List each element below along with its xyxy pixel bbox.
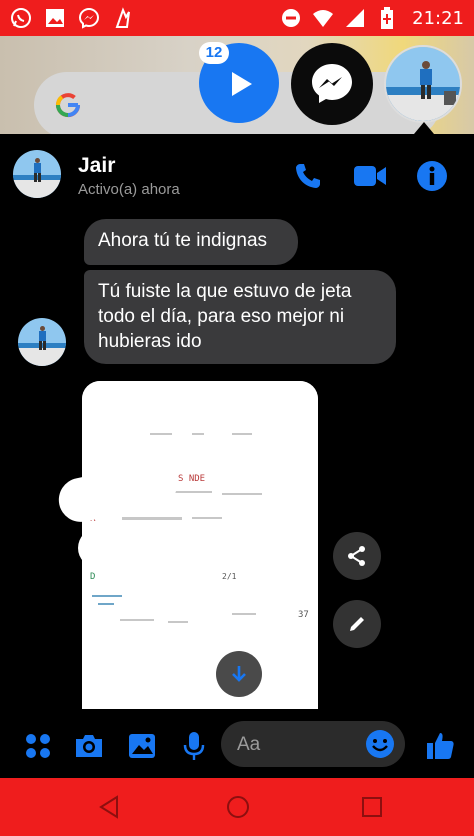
whatsapp-icon <box>10 7 32 29</box>
google-logo-icon <box>56 93 81 118</box>
share-button[interactable] <box>333 532 381 580</box>
recents-square-icon <box>362 797 382 817</box>
like-button[interactable] <box>424 730 456 762</box>
nav-home-button[interactable] <box>223 792 253 822</box>
play-icon <box>232 72 252 96</box>
gallery-button[interactable] <box>126 730 158 762</box>
message-input[interactable] <box>235 731 359 759</box>
photo-text-fragment: 2/1 <box>222 572 237 581</box>
phone-icon <box>296 164 320 188</box>
nav-recents-button[interactable] <box>357 792 387 822</box>
emoji-icon <box>366 730 394 758</box>
messenger-icon <box>312 64 352 103</box>
scroll-to-bottom-button[interactable] <box>216 651 262 697</box>
share-icon <box>348 546 365 566</box>
camera-icon <box>76 735 102 757</box>
image-icon <box>129 734 155 758</box>
microphone-icon <box>183 732 205 760</box>
photo-text-fragment: D <box>90 572 95 582</box>
redaction-scribble <box>78 528 238 568</box>
chat-head-pointer <box>414 122 434 134</box>
app-icon <box>112 7 134 29</box>
signal-icon <box>344 7 366 29</box>
video-call-button[interactable] <box>352 158 388 194</box>
gallery-icon <box>44 7 66 29</box>
contact-avatar-image <box>13 150 61 198</box>
clock: 21:21 <box>412 7 464 29</box>
sender-avatar <box>18 318 66 366</box>
do-not-disturb-icon <box>280 7 302 29</box>
message-bubble[interactable]: Ahora tú te indignas <box>84 219 298 265</box>
contact-name: Jair <box>78 154 116 177</box>
voice-call-button[interactable] <box>290 158 326 194</box>
contact-chat-head[interactable] <box>384 45 462 123</box>
back-triangle-icon <box>99 795 118 819</box>
home-circle-icon <box>227 796 249 818</box>
photo-text-fragment: 37 <box>298 610 309 620</box>
arrow-down-icon <box>232 666 246 682</box>
four-dots-icon <box>26 734 50 758</box>
wifi-icon <box>312 7 334 29</box>
battery-icon <box>376 7 398 29</box>
emoji-button[interactable] <box>365 729 395 764</box>
contact-avatar[interactable] <box>13 150 61 198</box>
more-actions-button[interactable] <box>22 730 54 762</box>
contact-status: Activo(a) ahora <box>78 181 180 198</box>
nav-back-button[interactable] <box>94 792 124 822</box>
message-bubble[interactable]: Tú fuiste la que estuvo de jeta todo el … <box>84 270 396 364</box>
video-camera-icon <box>354 166 386 186</box>
messenger-icon <box>78 7 100 29</box>
contact-avatar-image <box>18 318 66 366</box>
edit-image-button[interactable] <box>333 600 381 648</box>
voice-message-button[interactable] <box>178 730 210 762</box>
thumbs-up-icon <box>427 733 454 759</box>
conversation-info-button[interactable] <box>414 158 450 194</box>
info-icon <box>417 161 447 191</box>
status-bar: 21:21 <box>0 0 474 36</box>
messenger-chat-head[interactable] <box>291 43 373 125</box>
photo-text-fragment: S NDE <box>178 474 205 484</box>
message-input-container <box>221 721 405 767</box>
camera-button[interactable] <box>73 730 105 762</box>
pencil-icon <box>350 617 364 631</box>
unread-count-badge: 12 <box>199 42 229 64</box>
